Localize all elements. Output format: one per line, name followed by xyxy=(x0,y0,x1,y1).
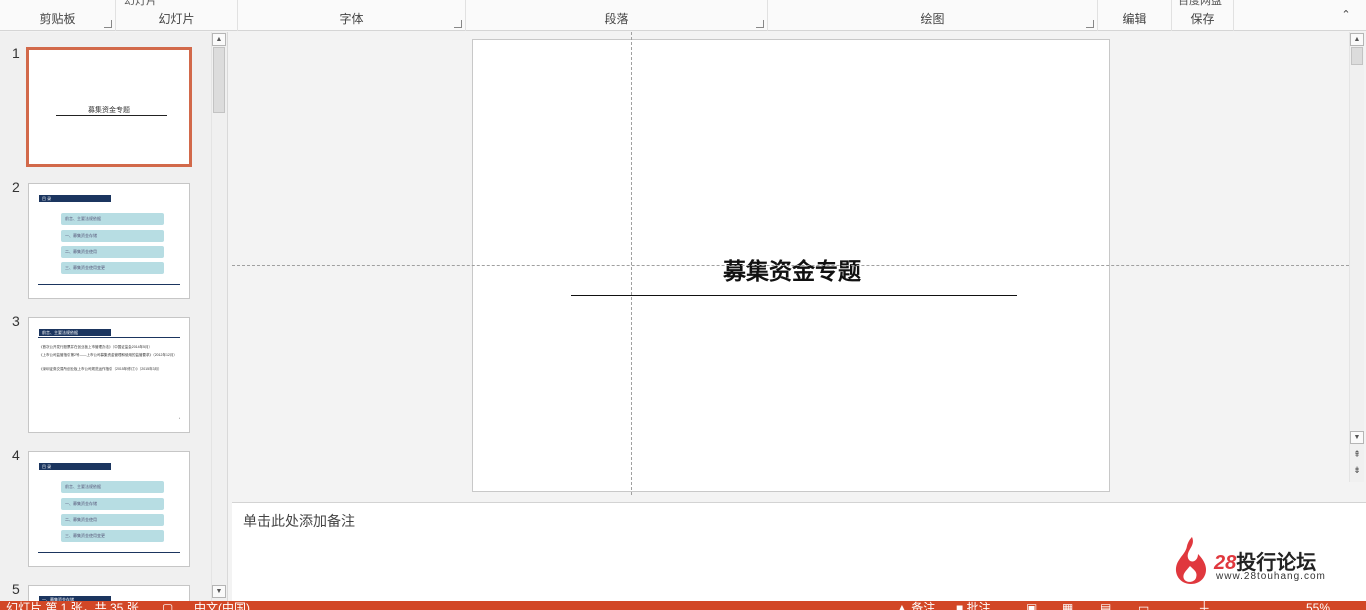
chevron-up-icon[interactable]: ⌃ xyxy=(1340,9,1352,21)
notes-toggle-button[interactable]: ▲ 备注 xyxy=(896,602,935,610)
ribbon-group-paragraph: 段落 xyxy=(466,0,768,31)
scroll-down-arrow-icon[interactable]: ▼ xyxy=(212,585,226,598)
page-number-mark: • xyxy=(178,416,180,420)
toc-item: 一、募集资金存储 xyxy=(61,498,164,510)
toc-item: 三、募集资金使用变更 xyxy=(61,530,164,542)
slide-number: 1 xyxy=(12,45,20,61)
toc-item: 前言、主要法规依据 xyxy=(61,481,164,493)
language-status[interactable]: 中文(中国) xyxy=(194,602,250,610)
slide-number: 4 xyxy=(12,447,20,463)
dialog-launcher-icon[interactable] xyxy=(104,20,112,28)
comments-toggle-label: 批注 xyxy=(966,601,991,610)
footer-rule xyxy=(38,284,180,285)
ribbon-group-drawing: 绘图 xyxy=(768,0,1098,31)
slide-sorter-icon[interactable]: ▦ xyxy=(1062,602,1073,610)
next-slide-icon[interactable]: ⇟ xyxy=(1350,465,1364,478)
scroll-up-arrow-icon[interactable]: ▲ xyxy=(212,33,226,46)
slide-number: 5 xyxy=(12,581,20,597)
toc-item: 三、募集资金使用变更 xyxy=(61,262,164,274)
thumbnail-title: 募集资金专题 xyxy=(88,107,130,114)
status-bar: 幻灯片 第 1 张，共 35 张 ▢ 中文(中国) ▲ 备注 ■ 批注 ▣ ▦ … xyxy=(0,601,1366,610)
toc-item: 前言、主要法规依据 xyxy=(61,213,164,225)
scroll-up-arrow-icon[interactable]: ▲ xyxy=(1350,33,1364,46)
spellcheck-icon[interactable]: ▢ xyxy=(162,602,173,610)
toc-item: 二、募集资金使用 xyxy=(61,514,164,526)
ribbon-group-editing: 编辑 xyxy=(1098,0,1172,31)
slide-thumbnail-3[interactable]: 前言、主要法规依据 《首次公开发行股票并在创业板上市管理办法》（中国证监会201… xyxy=(28,317,190,433)
toc-item: 二、募集资金使用 xyxy=(61,246,164,258)
zoom-slider[interactable]: ┼ xyxy=(1200,602,1209,610)
ribbon-group-label: 编辑 xyxy=(1122,12,1147,26)
new-slide-button-label[interactable]: 幻灯片 xyxy=(124,0,157,8)
watermark-logo: 28投行论坛 www.28touhang.com xyxy=(1172,536,1342,586)
slide-thumbnail-pane: 1 募集资金专题 2 目 录 前言、主要法规依据 一、募集资金存储 二、募集资金… xyxy=(0,32,228,605)
title-underline xyxy=(571,295,1017,296)
slide-number: 3 xyxy=(12,313,20,329)
previous-slide-icon[interactable]: ⇞ xyxy=(1350,449,1364,462)
ribbon-group-label: 剪贴板 xyxy=(39,12,76,26)
ribbon: 剪贴板 幻灯片 幻灯片 字体 段落 绘图 编辑 百度网盘 保存 ⌃ xyxy=(0,0,1366,31)
baidu-netdisk-button-label[interactable]: 百度网盘 xyxy=(1178,0,1222,8)
thumbnail-scrollbar[interactable]: ▲ ▼ xyxy=(211,32,226,601)
thumbnail-header-bar: 前言、主要法规依据 xyxy=(39,329,111,336)
slide-count-status: 幻灯片 第 1 张，共 35 张 xyxy=(6,601,139,610)
normal-view-icon[interactable]: ▣ xyxy=(1026,602,1037,610)
vertical-guide[interactable] xyxy=(631,32,632,495)
slideshow-icon[interactable]: ▭ xyxy=(1138,602,1149,610)
zoom-level[interactable]: 55% xyxy=(1306,602,1330,610)
flame-icon xyxy=(1175,537,1206,585)
ribbon-group-font: 字体 xyxy=(238,0,466,31)
thumbnail-header-bar: 目 录 xyxy=(39,195,111,202)
slide-thumbnail-2[interactable]: 目 录 前言、主要法规依据 一、募集资金存储 二、募集资金使用 三、募集资金使用… xyxy=(28,183,190,299)
footer-rule xyxy=(38,552,180,553)
notes-toggle-label: 备注 xyxy=(911,601,936,610)
ribbon-group-slides: 幻灯片 幻灯片 xyxy=(116,0,238,31)
slide-scrollbar[interactable]: ▲ ▼ ⇞ ⇟ xyxy=(1349,32,1364,482)
bullet-item: 《深圳证券交易所创业板上市公司规范运作指引（2015年修订）》（2015年3月） xyxy=(39,367,162,371)
ribbon-group-save: 百度网盘 保存 xyxy=(1172,0,1234,31)
thumbnail-header-bar: 目 录 xyxy=(39,463,111,470)
bullet-item: 《首次公开发行股票并在创业板上市管理办法》（中国证监会2014年5月） xyxy=(39,345,152,349)
slide-title[interactable]: 募集资金专题 xyxy=(473,252,1111,286)
header-rule xyxy=(38,337,180,338)
ribbon-group-label: 绘图 xyxy=(920,12,945,26)
slide-number: 2 xyxy=(12,179,20,195)
comments-toggle-button[interactable]: ■ 批注 xyxy=(956,602,991,610)
ribbon-group-clipboard: 剪贴板 xyxy=(0,0,116,31)
slide-thumbnail-1[interactable]: 募集资金专题 xyxy=(26,47,192,167)
bullet-item: 《上市公司监管指引第2号——上市公司募集资金管理和使用的监管要求》（2012年1… xyxy=(39,353,177,357)
slide-thumbnail-4[interactable]: 目 录 前言、主要法规依据 一、募集资金存储 二、募集资金使用 三、募集资金使用… xyxy=(28,451,190,567)
brand-url: www.28touhang.com xyxy=(1216,571,1326,582)
dialog-launcher-icon[interactable] xyxy=(454,20,462,28)
ribbon-group-label: 字体 xyxy=(339,12,364,26)
scroll-down-arrow-icon[interactable]: ▼ xyxy=(1350,431,1364,444)
ribbon-group-label: 幻灯片 xyxy=(158,12,195,26)
dialog-launcher-icon[interactable] xyxy=(756,20,764,28)
toc-item: 一、募集资金存储 xyxy=(61,230,164,242)
scrollbar-thumb[interactable] xyxy=(213,47,225,113)
title-underline xyxy=(56,115,167,116)
dialog-launcher-icon[interactable] xyxy=(1086,20,1094,28)
notes-placeholder[interactable]: 单击此处添加备注 xyxy=(243,511,355,531)
ribbon-group-label: 保存 xyxy=(1190,12,1215,26)
scrollbar-thumb[interactable] xyxy=(1351,47,1363,65)
reading-view-icon[interactable]: ▤ xyxy=(1100,602,1111,610)
slide-editing-area: 募集资金专题 xyxy=(232,32,1349,500)
ribbon-group-label: 段落 xyxy=(604,12,629,26)
horizontal-guide[interactable] xyxy=(232,265,1349,266)
